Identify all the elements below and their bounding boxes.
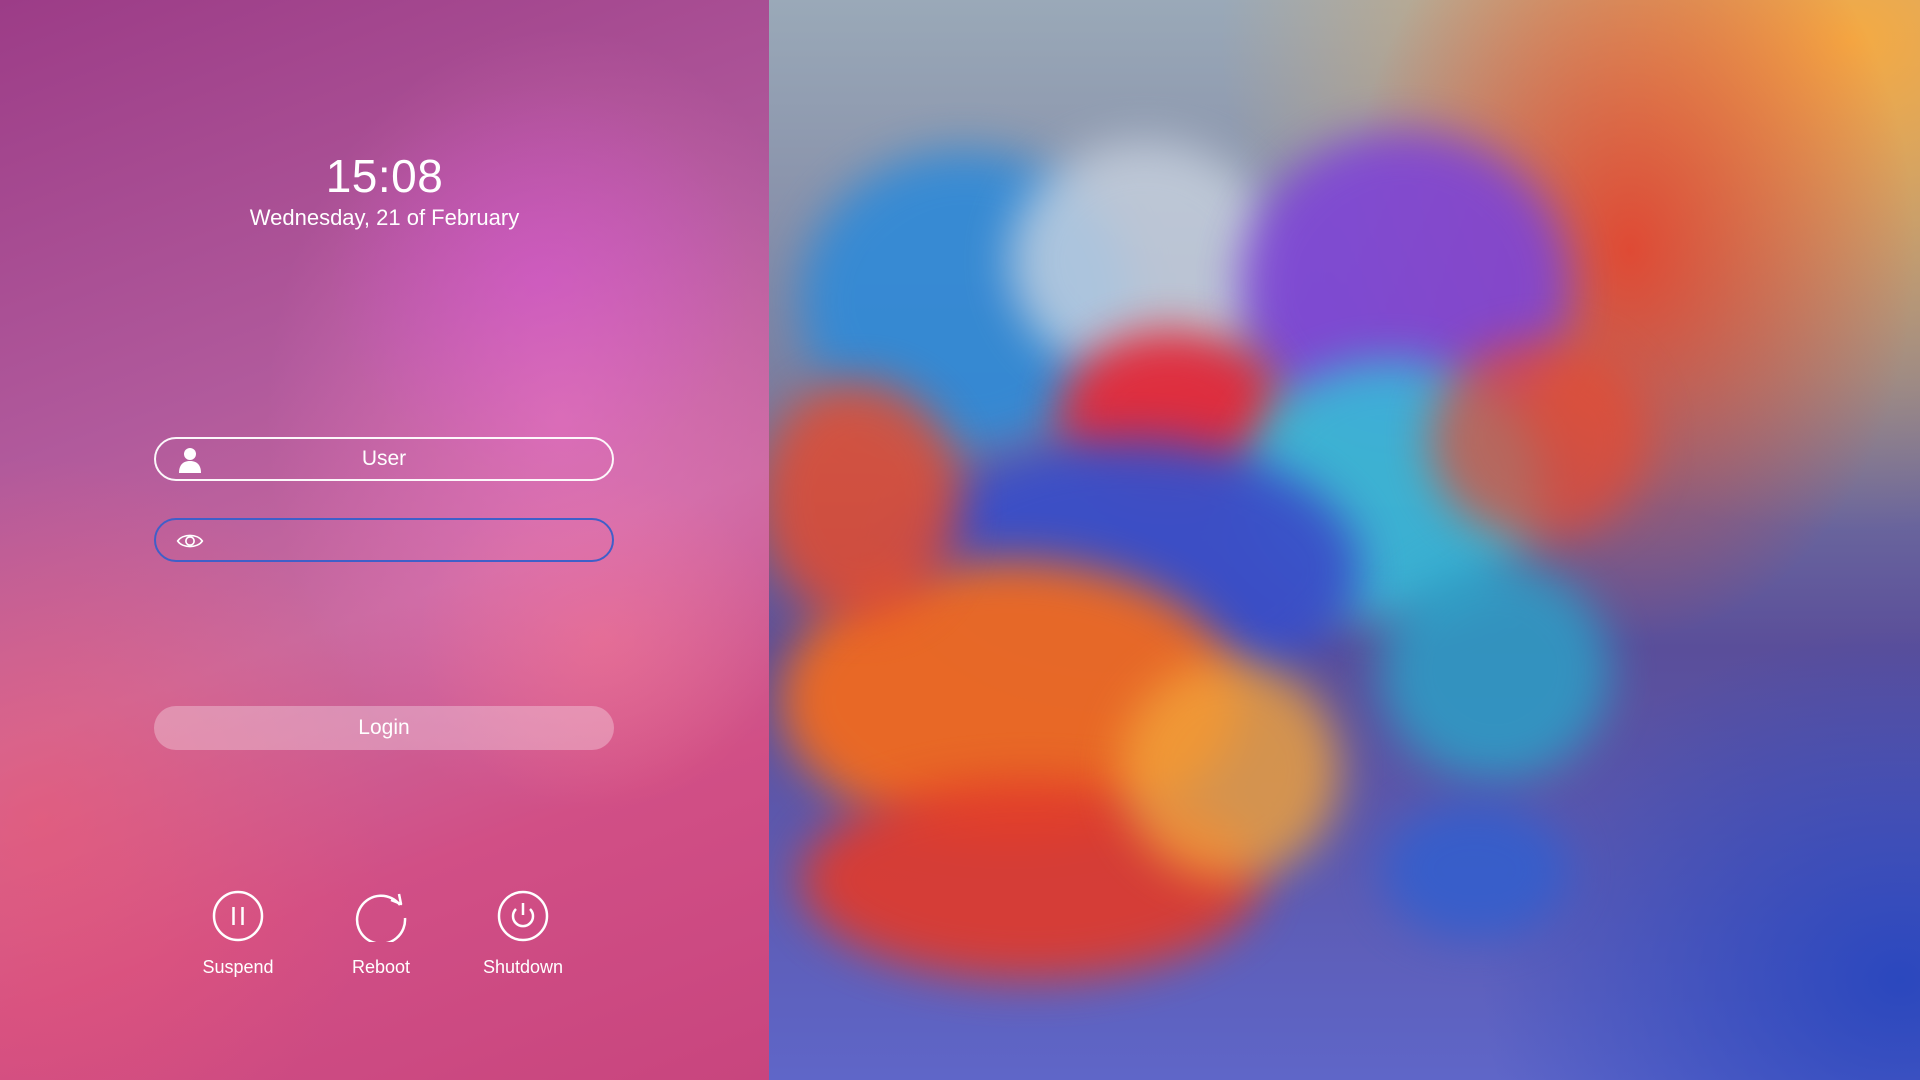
wallpaper-swirl bbox=[1430, 340, 1650, 540]
wallpaper-swirl bbox=[1380, 800, 1570, 940]
wallpaper-swirl bbox=[1120, 660, 1340, 880]
clock-date: Wednesday, 21 of February bbox=[249, 205, 520, 230]
suspend-button[interactable]: Suspend bbox=[178, 890, 298, 978]
username-field[interactable]: User bbox=[154, 437, 614, 481]
login-panel: 15:08 Wednesday, 21 of February User Log… bbox=[0, 0, 769, 1080]
username-label: User bbox=[361, 447, 407, 470]
pause-icon bbox=[212, 890, 264, 942]
reboot-button[interactable]: Reboot bbox=[321, 890, 441, 978]
password-field[interactable] bbox=[154, 518, 614, 562]
login-button[interactable]: Login bbox=[154, 706, 614, 750]
clock-time: 15:08 bbox=[325, 150, 444, 202]
reboot-label: Reboot bbox=[351, 957, 411, 977]
suspend-label: Suspend bbox=[202, 957, 274, 977]
wallpaper-swirl bbox=[760, 380, 960, 620]
wallpaper-swirl bbox=[1380, 560, 1610, 780]
reboot-icon bbox=[355, 890, 407, 942]
shutdown-button[interactable]: Shutdown bbox=[463, 890, 583, 978]
shutdown-label: Shutdown bbox=[482, 957, 564, 977]
power-icon bbox=[497, 890, 549, 942]
password-input[interactable] bbox=[222, 526, 588, 558]
eye-icon[interactable] bbox=[176, 527, 204, 555]
